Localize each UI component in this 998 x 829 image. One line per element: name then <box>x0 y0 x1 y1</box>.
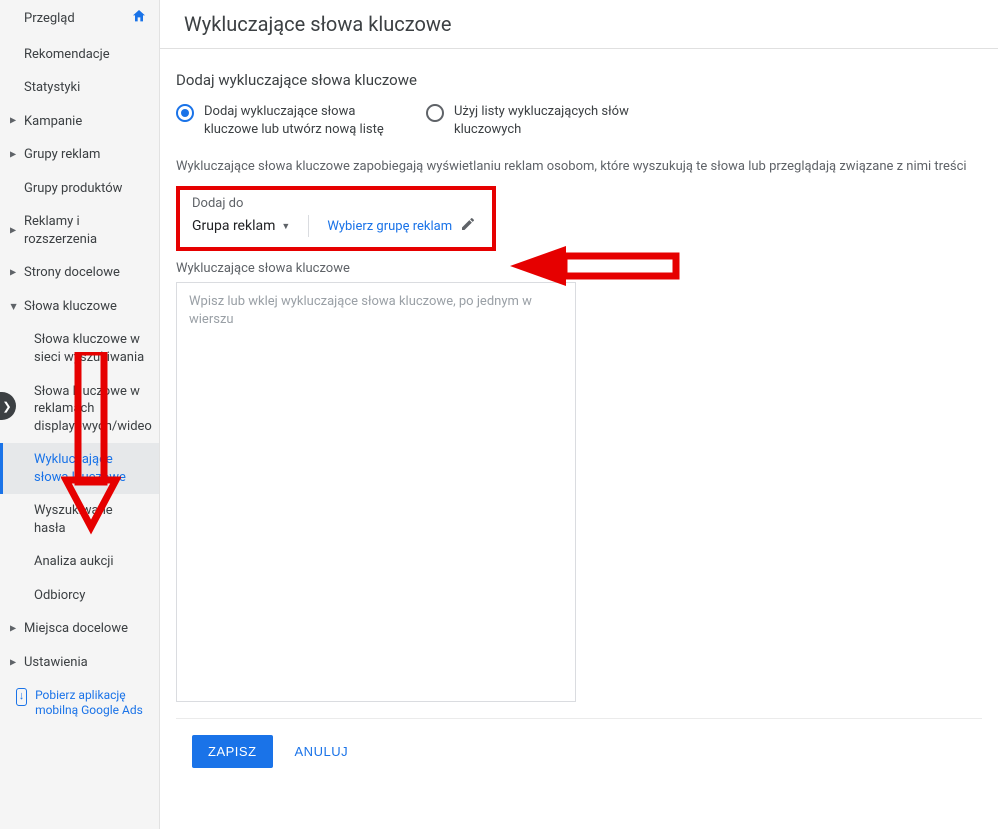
radio-label: Dodaj wykluczające słowa kluczowe lub ut… <box>204 103 396 138</box>
pick-adgroup-label: Wybierz grupę reklam <box>327 219 452 234</box>
sidebar-item-recommendations[interactable]: Rekomendacje <box>0 38 159 72</box>
radio-icon <box>426 104 444 122</box>
sidebar-app-download-link[interactable]: ↓ Pobierz aplikację mobilną Google Ads <box>0 680 159 727</box>
sidebar-item-label: Odbiorcy <box>34 587 85 605</box>
sidebar-item-label: Przegląd <box>24 10 75 28</box>
sidebar-item-label: Słowa kluczowe <box>24 298 117 316</box>
sidebar-item-ads-ext[interactable]: ▶ Reklamy i rozszerzenia <box>0 205 159 256</box>
save-button[interactable]: ZAPISZ <box>192 735 273 768</box>
chevron-down-icon: ▶ <box>8 304 19 310</box>
sidebar-item-stats[interactable]: Statystyki <box>0 71 159 105</box>
page-title: Wykluczające słowa kluczowe <box>184 12 974 36</box>
main-content: Wykluczające słowa kluczowe Dodaj wykluc… <box>160 0 998 829</box>
info-text: Wykluczające słowa kluczowe zapobiegają … <box>176 158 982 176</box>
pick-adgroup-link[interactable]: Wybierz grupę reklam <box>327 216 476 236</box>
radio-group-mode: Dodaj wykluczające słowa kluczowe lub ut… <box>176 103 982 138</box>
home-icon <box>131 8 147 30</box>
sidebar-item-label: Rekomendacje <box>24 46 110 64</box>
action-bar: ZAPISZ ANULUJ <box>176 718 982 784</box>
pencil-icon <box>460 216 476 236</box>
sidebar-item-search-terms[interactable]: Wyszukiwane hasła <box>0 494 159 545</box>
radio-option-add[interactable]: Dodaj wykluczające słowa kluczowe lub ut… <box>176 103 396 138</box>
sidebar-item-label: Słowa kluczowe w reklamach displayowych/… <box>34 383 152 436</box>
sidebar-item-label: Grupy produktów <box>24 180 122 198</box>
cancel-button[interactable]: ANULUJ <box>287 735 357 768</box>
sidebar-item-label: Wyszukiwane hasła <box>34 502 147 537</box>
scope-select[interactable]: Grupa reklam ▼ <box>192 218 290 234</box>
sidebar-item-label: Słowa kluczowe w sieci wyszukiwania <box>34 331 147 366</box>
sidebar-item-label: Grupy reklam <box>24 146 100 164</box>
sidebar-item-label: Ustawienia <box>24 654 88 672</box>
divider <box>308 215 309 237</box>
section-title: Dodaj wykluczające słowa kluczowe <box>176 71 982 89</box>
chevron-right-icon: ❯ <box>2 400 11 413</box>
sidebar-item-label: Miejsca docelowe <box>24 620 128 638</box>
sidebar-item-landing[interactable]: ▶ Strony docelowe <box>0 256 159 290</box>
sidebar-item-adgroups[interactable]: ▶ Grupy reklam <box>0 138 159 172</box>
content-area: Dodaj wykluczające słowa kluczowe Dodaj … <box>160 49 998 829</box>
sidebar-item-label: Pobierz aplikację mobilną Google Ads <box>35 688 149 719</box>
sidebar-item-keywords-display[interactable]: Słowa kluczowe w reklamach displayowych/… <box>0 375 159 444</box>
sidebar-item-label: Wykluczające słowa kluczowe <box>34 451 147 486</box>
chevron-right-icon: ▶ <box>10 268 16 279</box>
sidebar-item-label: Statystyki <box>24 79 80 97</box>
radio-option-use-list[interactable]: Użyj listy wykluczających słów kluczowyc… <box>426 103 646 138</box>
chevron-right-icon: ▶ <box>10 150 16 161</box>
sidebar-item-placements[interactable]: ▶ Miejsca docelowe <box>0 612 159 646</box>
add-to-panel: Dodaj do Grupa reklam ▼ Wybierz grupę re… <box>176 186 496 251</box>
chevron-down-icon: ▼ <box>281 221 290 232</box>
sidebar-item-auction[interactable]: Analiza aukcji <box>0 545 159 579</box>
radio-icon <box>176 104 194 122</box>
sidebar-item-overview[interactable]: Przegląd <box>0 0 159 38</box>
sidebar-item-settings[interactable]: ▶ Ustawienia <box>0 646 159 680</box>
sidebar-item-label: Kampanie <box>24 113 82 131</box>
sidebar-item-productgroups[interactable]: Grupy produktów <box>0 172 159 206</box>
chevron-right-icon: ▶ <box>10 624 16 635</box>
negative-keywords-textarea[interactable] <box>176 282 576 702</box>
sidebar-item-keywords[interactable]: ▶ Słowa kluczowe <box>0 290 159 324</box>
page-header: Wykluczające słowa kluczowe <box>160 0 998 49</box>
sidebar-item-keywords-negative[interactable]: Wykluczające słowa kluczowe <box>0 443 159 494</box>
sidebar-item-keywords-search[interactable]: Słowa kluczowe w sieci wyszukiwania <box>0 323 159 374</box>
chevron-right-icon: ▶ <box>10 225 16 236</box>
sidebar-item-audiences[interactable]: Odbiorcy <box>0 579 159 613</box>
download-icon: ↓ <box>16 688 27 706</box>
sidebar-item-label: Strony docelowe <box>24 264 120 282</box>
sidebar: Przegląd Rekomendacje Statystyki ▶ Kampa… <box>0 0 160 829</box>
chevron-right-icon: ▶ <box>10 116 16 127</box>
scope-value: Grupa reklam <box>192 218 275 234</box>
sidebar-item-label: Reklamy i rozszerzenia <box>24 213 147 248</box>
keywords-label: Wykluczające słowa kluczowe <box>176 261 982 276</box>
chevron-right-icon: ▶ <box>10 657 16 668</box>
radio-label: Użyj listy wykluczających słów kluczowyc… <box>454 103 646 138</box>
sidebar-item-label: Analiza aukcji <box>34 553 114 571</box>
add-to-label: Dodaj do <box>192 196 480 211</box>
sidebar-item-campaigns[interactable]: ▶ Kampanie <box>0 105 159 139</box>
